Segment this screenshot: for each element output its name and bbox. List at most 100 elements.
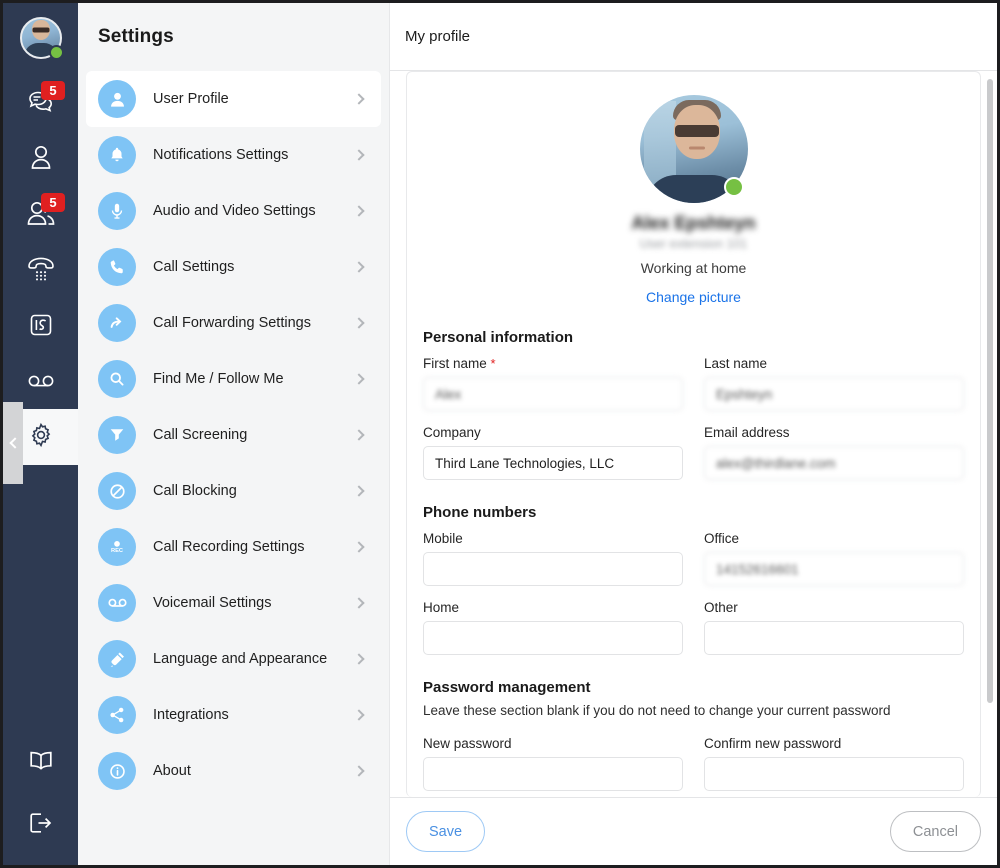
new-password-input[interactable] [423,757,683,791]
chevron-right-icon [353,373,365,385]
mobile-field-group: Mobile [423,531,683,586]
other-field-group: Other [704,600,964,655]
new-password-label: New password [423,736,512,751]
app-window: 5 5 Settings User Profile Notifications … [0,0,1000,868]
profile-status: Working at home [640,260,747,276]
home-input[interactable] [423,621,683,655]
content-body: Alex Epshteyn User extension 101 Working… [390,71,997,797]
home-label: Home [423,600,460,615]
sidebar-collapse-toggle[interactable] [3,402,23,484]
sidebar-item-integrations[interactable]: Integrations [86,687,381,743]
person-icon [98,80,136,118]
sidebar-item-call-settings[interactable]: Call Settings [86,239,381,295]
phone-numbers-heading: Phone numbers [423,504,537,521]
phone-icon [98,248,136,286]
record-icon: REC [98,528,136,566]
rail-item-contact[interactable] [3,129,78,185]
profile-block: Alex Epshteyn User extension 101 Working… [423,92,964,305]
sidebar-item-label: Call Screening [153,427,248,443]
office-label: Office [704,531,740,546]
sidebar-item-user-profile[interactable]: User Profile [86,71,381,127]
other-label: Other [704,600,738,615]
contacts-badge: 5 [41,193,65,212]
book-icon [27,749,55,773]
chevron-right-icon [353,597,365,609]
password-management-heading: Password management [423,679,591,696]
cancel-button[interactable]: Cancel [889,811,981,852]
sidebar-item-label: Notifications Settings [153,147,289,163]
rail-item-dialpad[interactable] [3,241,78,297]
form-footer: Save Cancel [390,797,997,865]
brush-icon [98,640,136,678]
rail-item-logout[interactable] [3,795,78,851]
office-field-group: Office [704,531,964,586]
rail-item-contacts-group[interactable]: 5 [3,185,78,241]
sidebar-item-call-recording-settings[interactable]: REC Call Recording Settings [86,519,381,575]
arrow-forward-icon [98,304,136,342]
save-button[interactable]: Save [406,811,486,852]
first-name-field-group: First name * [423,356,683,411]
vertical-scrollbar[interactable] [987,79,993,703]
sidebar-item-label: Call Blocking [153,483,237,499]
avatar[interactable] [639,95,748,203]
settings-nav-list: User Profile Notifications Settings Audi… [78,71,389,799]
chevron-right-icon [353,709,365,721]
rail-item-chat[interactable]: 5 [3,73,78,129]
sidebar-item-notifications-settings[interactable]: Notifications Settings [86,127,381,183]
page-title: Settings [98,26,174,47]
content-panel: My profile Alex Epshteyn User extension … [390,3,997,865]
gear-icon [28,422,54,453]
share-icon [98,696,136,734]
sidebar-item-find-me-follow-me[interactable]: Find Me / Follow Me [86,351,381,407]
settings-panel: Settings User Profile Notifications Sett… [78,3,390,865]
sidebar-item-call-blocking[interactable]: Call Blocking [86,463,381,519]
other-input[interactable] [704,621,964,655]
sidebar-item-label: About [153,763,191,779]
sidebar-item-audio-video-settings[interactable]: Audio and Video Settings [86,183,381,239]
chevron-right-icon [353,485,365,497]
presence-indicator [723,177,744,197]
chevron-right-icon [353,429,365,441]
change-picture-link[interactable]: Change picture [423,289,964,305]
chevron-left-icon [8,437,21,449]
sidebar-item-about[interactable]: About [86,743,381,799]
sidebar-item-call-forwarding-settings[interactable]: Call Forwarding Settings [86,295,381,351]
chevron-right-icon [353,653,365,665]
profile-name: Alex Epshteyn [631,213,756,233]
company-input[interactable] [423,446,683,480]
office-input[interactable] [704,552,964,586]
presence-indicator [48,45,64,60]
contact-icon [28,143,54,171]
rail-item-call-history[interactable] [3,297,78,353]
last-name-input[interactable] [704,377,964,411]
call-history-icon [28,312,54,338]
funnel-icon [98,416,136,454]
microphone-icon [98,192,136,230]
chevron-right-icon [353,765,365,777]
sidebar-item-label: Audio and Video Settings [153,203,316,219]
dialpad-phone-icon [25,255,57,283]
content-title: My profile [405,28,471,45]
email-field[interactable] [704,446,964,480]
mobile-input[interactable] [423,552,683,586]
sidebar-item-language-and-appearance[interactable]: Language and Appearance [86,631,381,687]
last-name-label: Last name [704,356,768,371]
voicemail-icon [98,584,136,622]
block-icon [98,472,136,510]
mobile-label: Mobile [423,531,463,546]
primary-nav-rail: 5 5 [3,3,78,865]
sidebar-item-label: Language and Appearance [153,651,328,667]
last-name-field-group: Last name [704,356,964,411]
confirm-password-input[interactable] [704,757,964,791]
sidebar-item-label: User Profile [153,91,229,107]
rail-item-help-book[interactable] [3,733,78,789]
first-name-input[interactable] [423,377,683,411]
sidebar-item-label: Call Recording Settings [153,539,305,555]
chevron-right-icon [353,149,365,161]
search-icon [98,360,136,398]
sidebar-item-voicemail-settings[interactable]: Voicemail Settings [86,575,381,631]
rail-avatar[interactable] [19,17,64,60]
sidebar-item-call-screening[interactable]: Call Screening [86,407,381,463]
chevron-right-icon [353,261,365,273]
rail-item-voicemail[interactable] [3,353,78,409]
